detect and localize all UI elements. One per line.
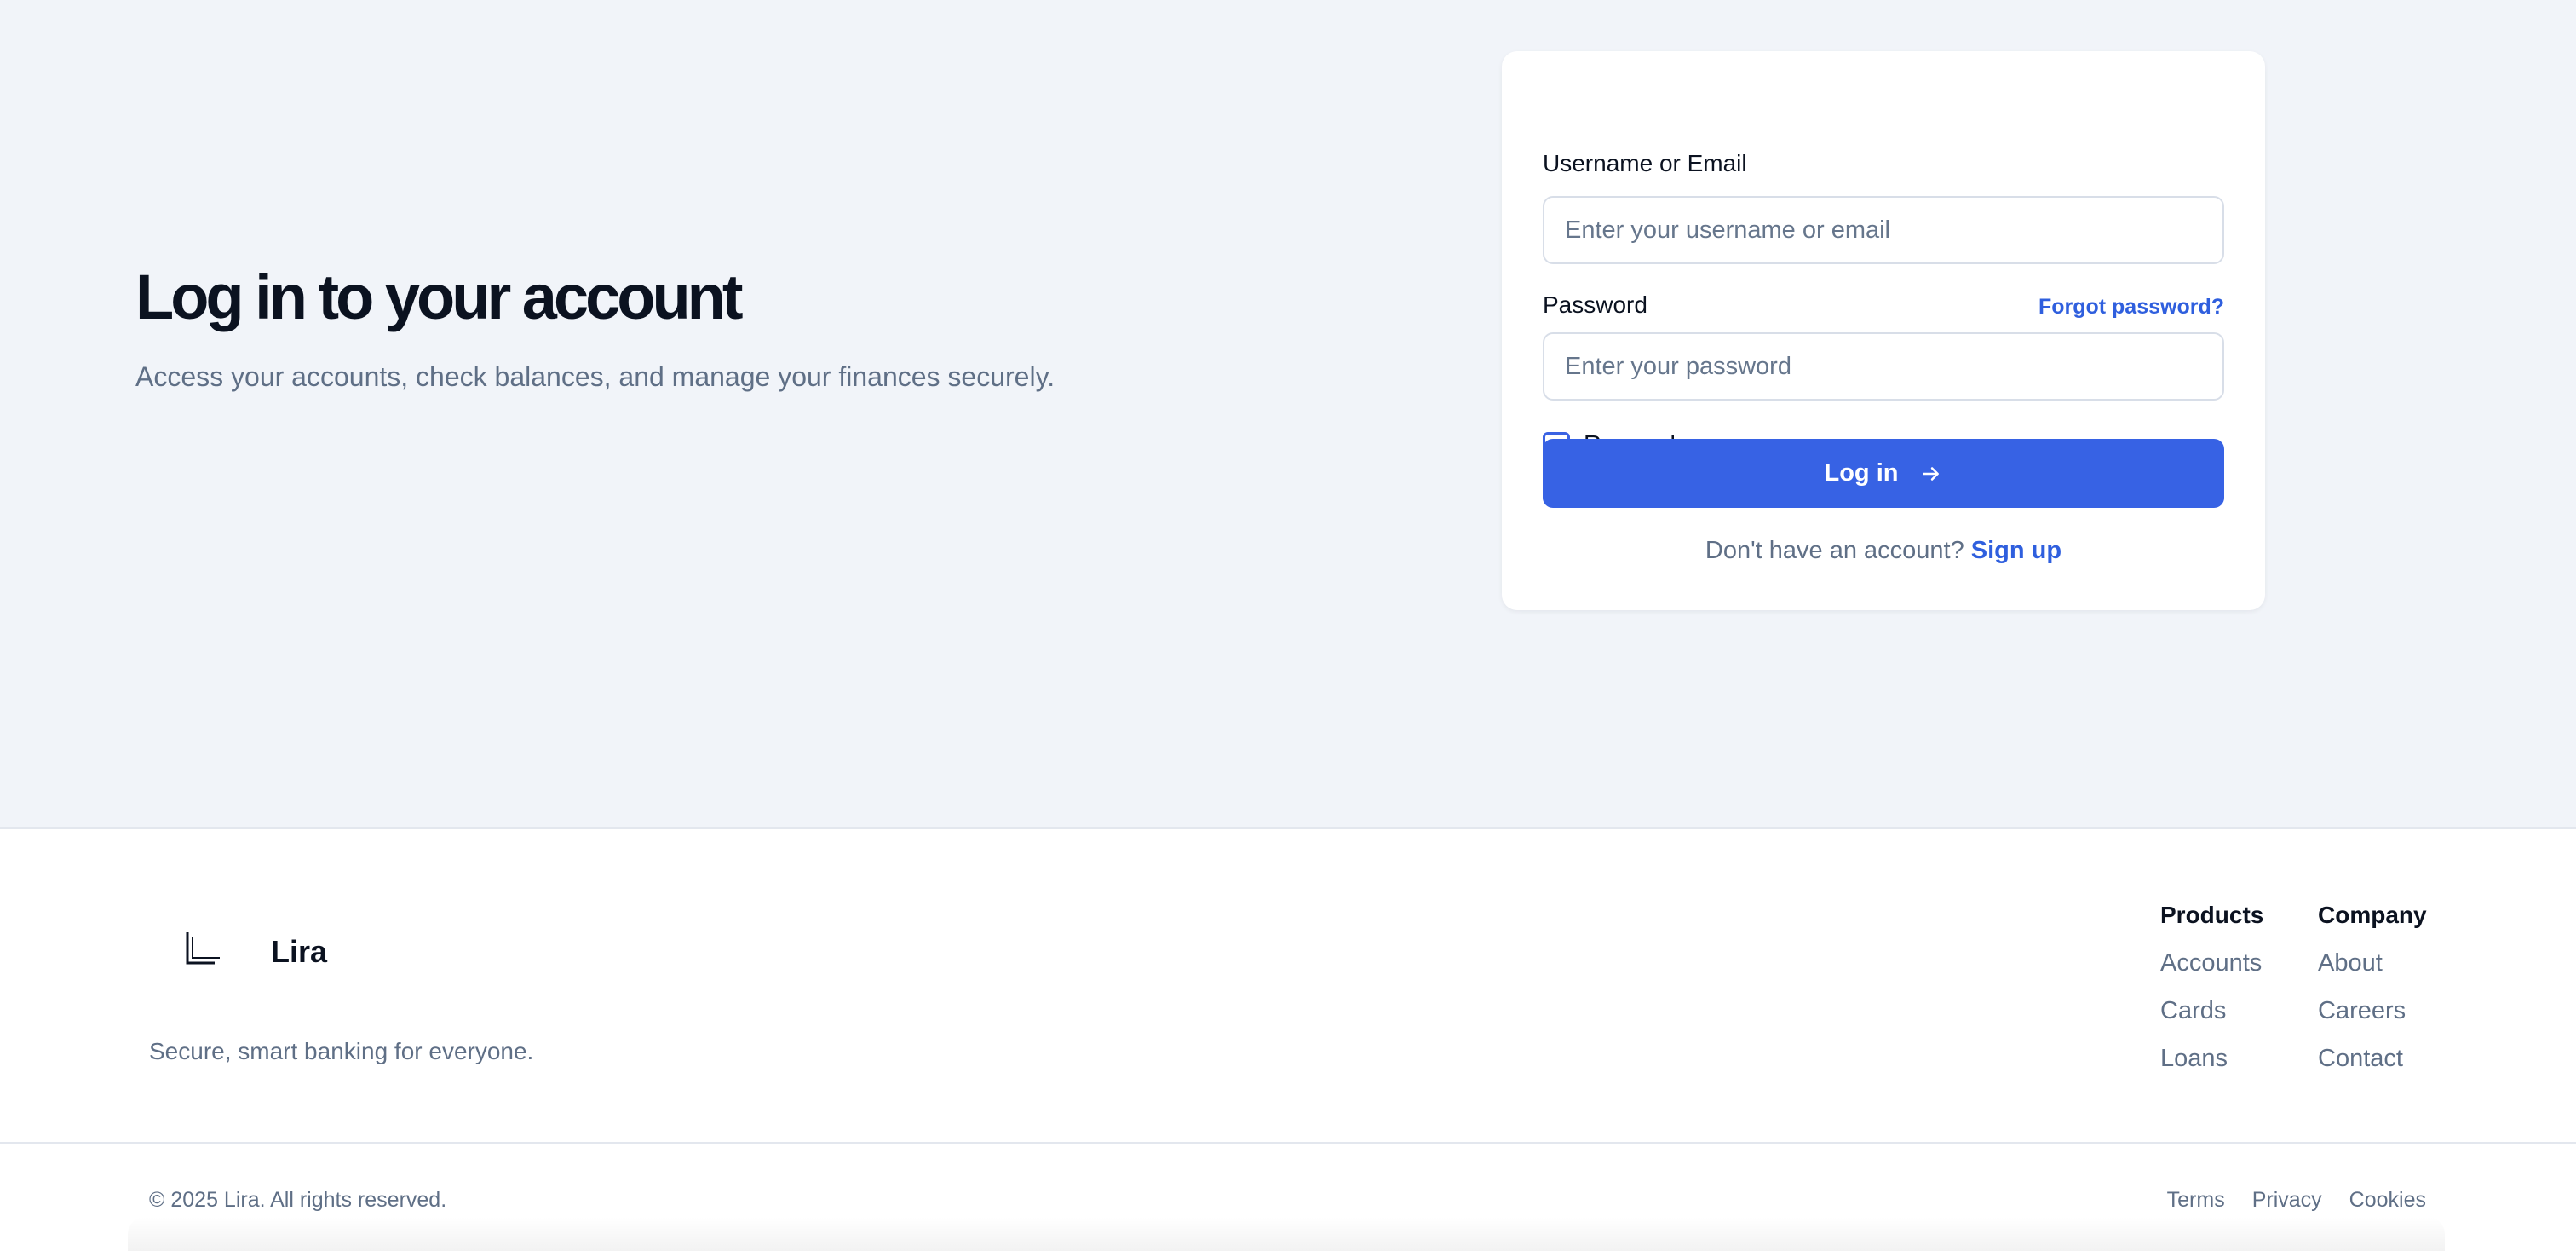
forgot-password-link[interactable]: Forgot password?: [2038, 295, 2224, 320]
login-card: Username or Email Password Forgot passwo…: [1502, 51, 2265, 610]
username-input[interactable]: [1565, 216, 2202, 245]
footer-link-about[interactable]: About: [2318, 949, 2427, 983]
copyright-text: © 2025 Lira. All rights reserved.: [149, 1188, 447, 1212]
signup-prompt: Don't have an account?: [1705, 537, 1964, 564]
signup-prompt-line: Don't have an account? Sign up: [1502, 537, 2265, 565]
page-subtitle: Access your accounts, check balances, an…: [135, 361, 1055, 392]
password-label: Password: [1543, 291, 1647, 318]
page-title: Log in to your account: [135, 262, 744, 332]
footer-column-company: Company About Careers Contact: [2318, 902, 2427, 1079]
hero-section: Log in to your account Access your accou…: [0, 0, 2576, 829]
footer-tagline: Secure, smart banking for everyone.: [149, 1038, 534, 1064]
footer-link-cards[interactable]: Cards: [2160, 997, 2263, 1031]
footer-link-contact[interactable]: Contact: [2318, 1045, 2427, 1079]
footer-link-careers[interactable]: Careers: [2318, 997, 2427, 1031]
username-field-wrapper: [1543, 196, 2224, 264]
footer-brand-name: Lira: [271, 934, 328, 969]
footer-column-heading: Products: [2160, 902, 2264, 928]
lira-logo-icon: [186, 932, 220, 965]
footer-column-heading: Company: [2318, 902, 2427, 928]
arrow-right-icon: [1923, 466, 1940, 481]
username-label: Username or Email: [1543, 150, 1747, 176]
footer-divider: [0, 1142, 2576, 1144]
legal-link-terms[interactable]: Terms: [2167, 1188, 2225, 1213]
footer-link-loans[interactable]: Loans: [2160, 1045, 2263, 1079]
footer-column-products: Products Accounts Cards Loans: [2160, 902, 2263, 1079]
password-field-wrapper: [1543, 332, 2224, 401]
login-button[interactable]: Log in: [1543, 439, 2224, 508]
legal-links: Terms Privacy Cookies: [2167, 1188, 2426, 1213]
legal-link-privacy[interactable]: Privacy: [2252, 1188, 2322, 1213]
password-input[interactable]: [1565, 352, 2202, 381]
login-button-label: Log in: [1824, 459, 1899, 487]
legal-link-cookies[interactable]: Cookies: [2349, 1188, 2426, 1213]
bottom-shadow: [128, 1217, 2445, 1251]
footer-link-accounts[interactable]: Accounts: [2160, 949, 2263, 983]
signup-link[interactable]: Sign up: [1971, 537, 2061, 564]
